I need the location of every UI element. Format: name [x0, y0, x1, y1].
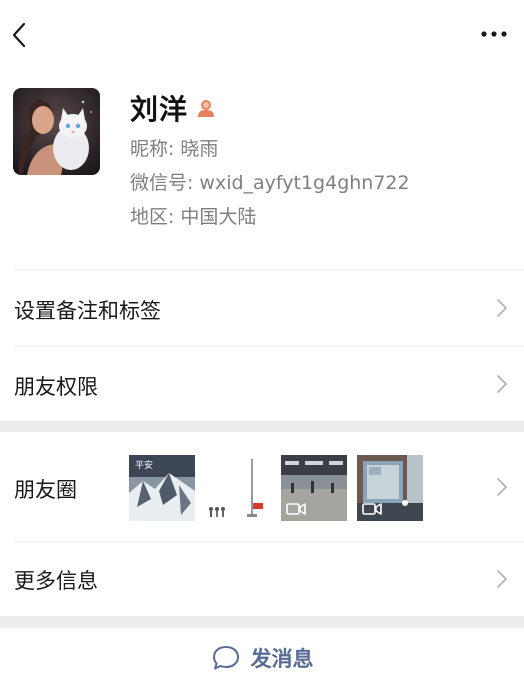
moments-row[interactable]: 朋友圈 平安 — [0, 432, 524, 541]
thumbnail-caption: 平安 — [135, 459, 153, 471]
moments-thumbnails: 平安 — [129, 455, 423, 521]
wechat-id-value[interactable]: wxid_ayfyt1g4ghn722 — [199, 172, 409, 194]
more-dots-icon[interactable] — [480, 26, 508, 42]
chevron-right-icon — [497, 570, 507, 588]
name-row: 刘洋 — [130, 88, 216, 128]
moments-thumbnail — [281, 455, 347, 521]
friend-permissions-row[interactable]: 朋友权限 — [0, 347, 524, 421]
nickname-line: 昵称: 晓雨 — [130, 134, 218, 161]
flagpole-image — [205, 455, 271, 521]
region-value: 中国大陆 — [180, 206, 257, 228]
profile-header: 刘洋 昵称: 晓雨 微信号: wxid_ayfyt1g4ghn722 地区: 中国大陆 — [0, 70, 524, 270]
avatar[interactable] — [13, 88, 100, 175]
top-bar — [0, 0, 524, 70]
chevron-right-icon — [497, 478, 507, 496]
nickname-value: 晓雨 — [180, 138, 219, 160]
moments-label: 朋友圈 — [14, 478, 77, 502]
chevron-right-icon — [497, 299, 507, 317]
set-remark-row[interactable]: 设置备注和标签 — [0, 270, 524, 346]
section-gap — [0, 421, 524, 432]
chevron-right-icon — [497, 375, 507, 393]
chevron-left-icon[interactable] — [10, 20, 30, 50]
moments-thumbnail — [205, 455, 271, 521]
more-info-row[interactable]: 更多信息 — [0, 542, 524, 616]
person-icon — [198, 100, 215, 117]
send-message-label: 发消息 — [250, 647, 314, 671]
wechat-id-label: 微信号: — [130, 172, 194, 194]
contact-name: 刘洋 — [130, 93, 189, 126]
friend-permissions-label: 朋友权限 — [14, 375, 98, 399]
moments-thumbnail: 平安 — [129, 455, 195, 521]
region-line: 地区: 中国大陆 — [130, 202, 256, 229]
video-icon — [362, 503, 382, 515]
snow-mountain-image: 平安 — [129, 455, 195, 521]
video-icon — [286, 503, 306, 515]
chat-bubble-icon — [212, 646, 239, 670]
wechat-id-line: 微信号: wxid_ayfyt1g4ghn722 — [130, 168, 410, 195]
moments-thumbnail — [357, 455, 423, 521]
more-info-label: 更多信息 — [14, 569, 98, 593]
set-remark-label: 设置备注和标签 — [14, 299, 161, 323]
section-gap — [0, 616, 524, 628]
region-label: 地区: — [130, 206, 175, 228]
send-message-button[interactable]: 发消息 — [0, 628, 524, 688]
nickname-label: 昵称: — [130, 138, 175, 160]
